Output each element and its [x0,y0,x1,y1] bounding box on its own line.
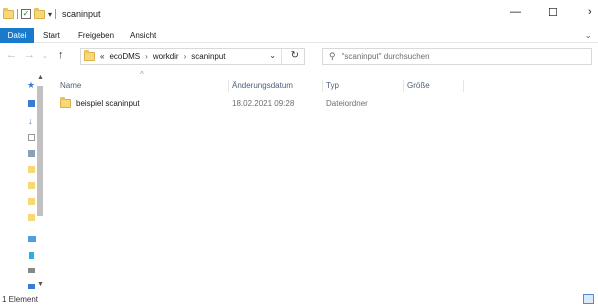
file-name-cell: beispiel scaninput [60,97,140,108]
folder-icon [3,7,14,19]
column-name[interactable]: Name [60,78,81,94]
folder-icon [60,97,71,108]
file-date: 18.02.2021 09:28 [232,99,295,108]
column-size[interactable]: Größe [407,78,430,94]
breadcrumb-separator[interactable]: › [184,52,187,61]
tab-ansicht[interactable]: Ansicht [130,28,156,43]
quick-access-icon[interactable]: ★ [27,80,35,91]
desktop-icon[interactable] [28,100,35,107]
ribbon-tabs: Datei Start Freigeben Ansicht ⌄ [0,28,598,43]
new-folder-icon[interactable] [34,7,45,19]
scroll-down-icon[interactable]: ▼ [37,281,44,288]
column-divider[interactable] [322,80,323,92]
up-button[interactable]: ↑ [58,49,64,61]
pictures-icon[interactable] [28,150,35,157]
navigation-pane: ★ ↓ ▲ ▼ [0,70,48,292]
file-type: Dateiordner [326,99,368,108]
divider [281,49,282,64]
chevron-down-icon[interactable]: ⌄ [584,30,592,41]
folder-icon[interactable] [28,214,35,221]
customize-toolbar-icon[interactable]: ▾ [48,10,52,19]
recent-locations-icon[interactable]: ⌄ [42,52,48,60]
breadcrumb-ecodms[interactable]: ecoDMS [109,52,140,61]
minimize-button[interactable]: — [510,6,521,18]
overflow-breadcrumb[interactable]: « [100,52,104,61]
refresh-icon[interactable]: ↻ [291,50,299,61]
properties-icon[interactable]: ✓ [21,9,31,19]
item-count: 1 Element [2,295,39,304]
scrollbar-thumb[interactable] [37,86,43,216]
this-pc-icon[interactable] [28,236,36,242]
navigation-bar: ← → ⌄ ↑ « ecoDMS › workdir › scaninput ⌄… [0,43,598,70]
desktop-folder-icon[interactable] [28,268,35,273]
documents-icon[interactable] [28,134,35,141]
column-divider[interactable] [463,80,464,92]
window-title: scaninput [62,9,101,19]
folder-icon[interactable] [28,182,35,189]
title-bar: ✓ ▾ scaninput — ☐ › [0,0,598,28]
breadcrumb-scaninput[interactable]: scaninput [191,52,225,61]
breadcrumb-workdir[interactable]: workdir [153,52,179,61]
search-input[interactable] [341,52,572,61]
sort-ascending-icon: ^ [140,70,144,79]
downloads-icon[interactable]: ↓ [28,116,33,126]
column-divider[interactable] [403,80,404,92]
column-date[interactable]: Änderungsdatum [232,78,293,94]
status-bar: 1 Element [0,294,598,307]
3d-objects-icon[interactable] [29,252,34,259]
tab-datei[interactable]: Datei [0,28,34,43]
breadcrumb-separator[interactable]: › [145,52,148,61]
address-bar[interactable]: « ecoDMS › workdir › scaninput ⌄ ↻ [80,48,305,65]
separator [17,9,18,19]
folder-icon[interactable] [28,198,35,205]
search-icon: ⚲ [329,51,336,61]
address-dropdown-icon[interactable]: ⌄ [269,51,276,60]
maximize-button[interactable]: ☐ [548,6,558,19]
tab-freigeben[interactable]: Freigeben [78,28,114,43]
folder-icon [84,50,95,61]
downloads-folder-icon[interactable] [28,284,35,289]
column-type[interactable]: Typ [326,78,339,94]
file-name: beispiel scaninput [76,99,140,108]
quick-access-toolbar: ✓ ▾ scaninput [3,7,101,21]
tab-start[interactable]: Start [43,28,60,43]
separator [55,9,57,19]
details-view-icon[interactable] [583,294,594,304]
file-row[interactable]: beispiel scaninput 18.02.2021 09:28 Date… [56,96,486,111]
scroll-up-icon[interactable]: ▲ [37,74,44,81]
close-button[interactable]: › [588,6,592,18]
folder-icon[interactable] [28,166,35,173]
search-box[interactable]: ⚲ [322,48,592,65]
column-divider[interactable] [228,80,229,92]
forward-button[interactable]: → [24,49,35,61]
back-button[interactable]: ← [6,49,17,61]
